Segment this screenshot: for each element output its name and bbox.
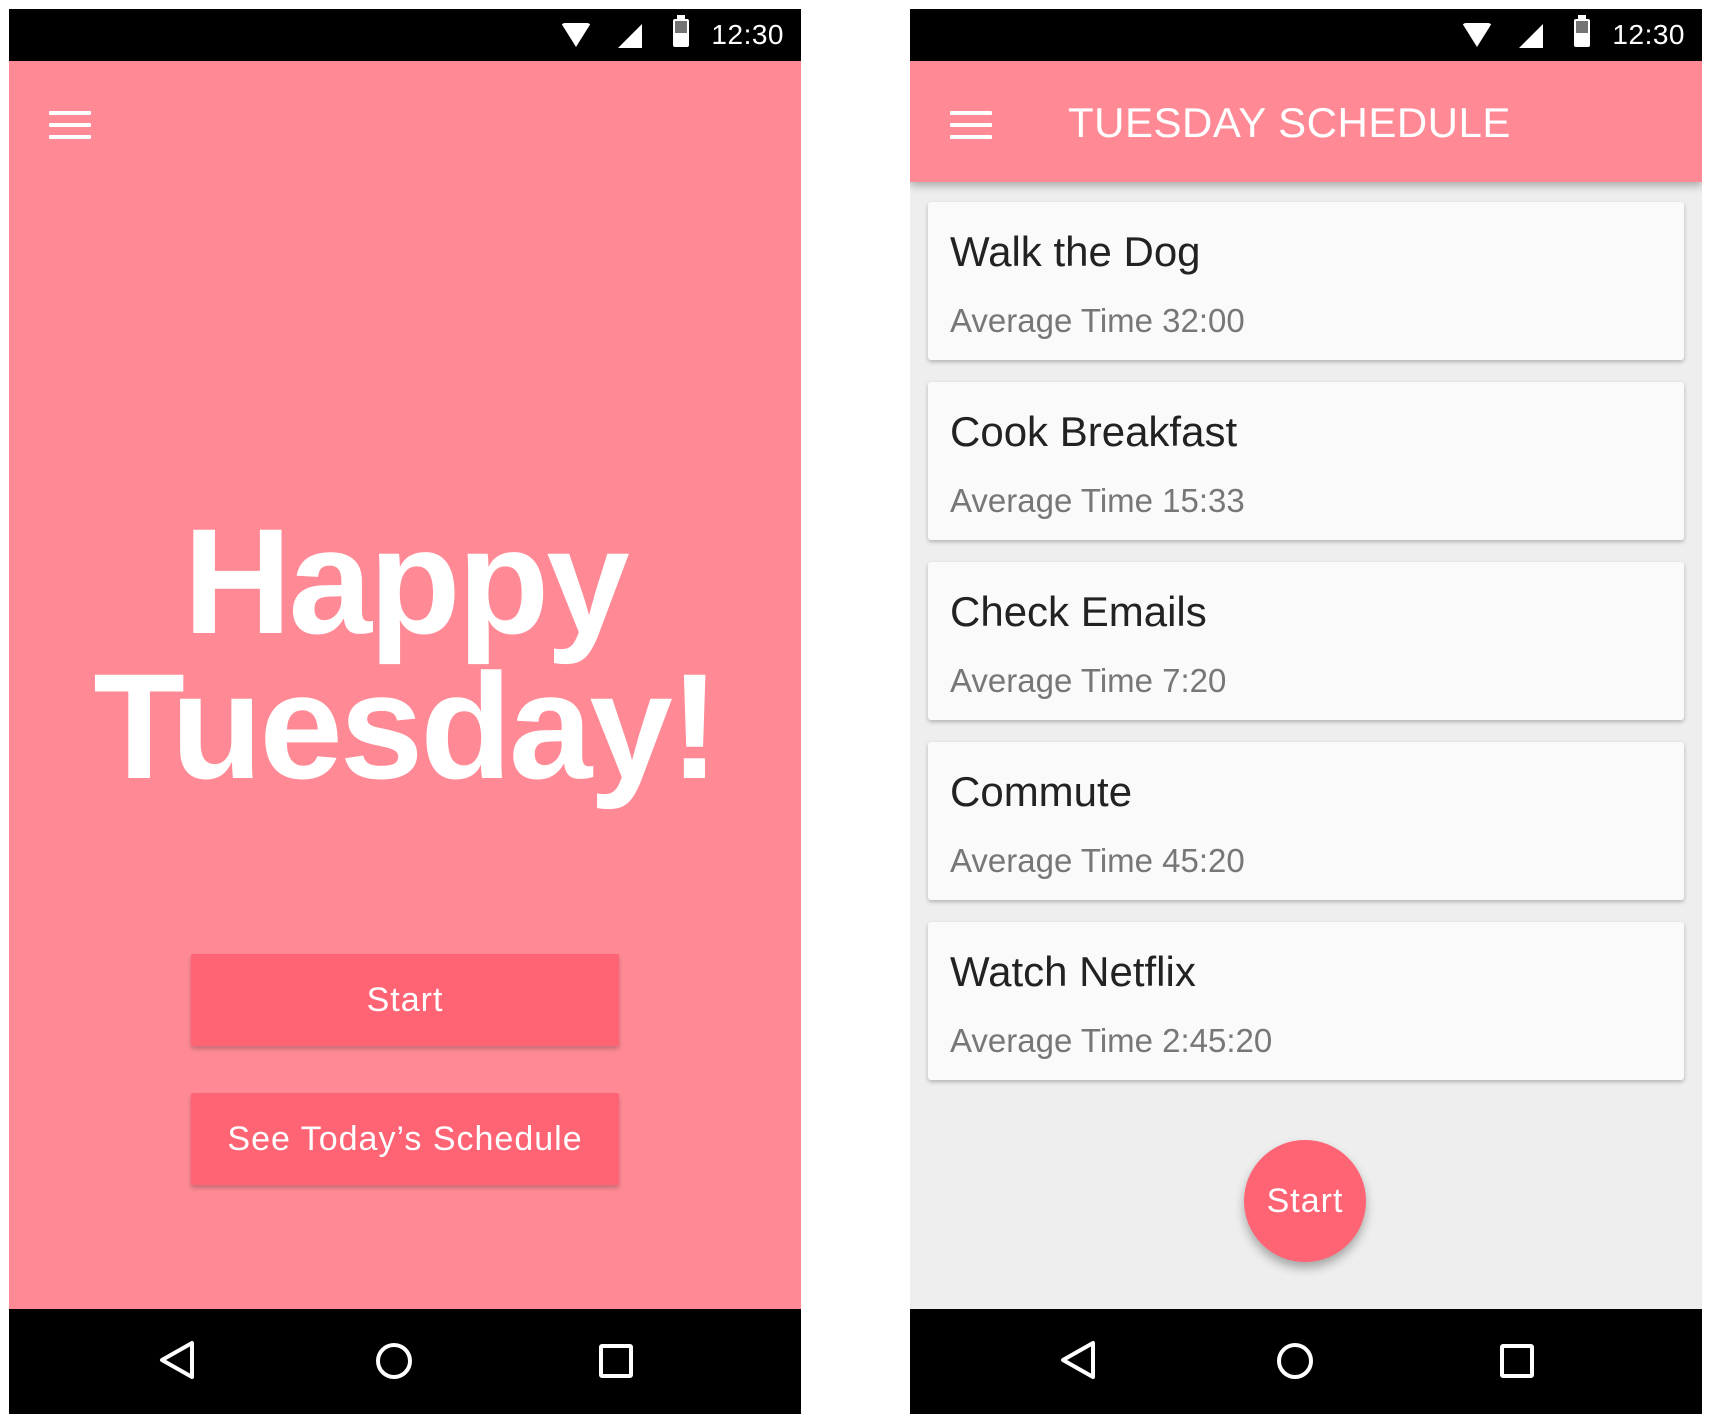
task-average-time: Average Time 2:45:20 xyxy=(950,1022,1273,1059)
page-title: TUESDAY SCHEDULE xyxy=(1068,99,1511,146)
start-button[interactable]: Start xyxy=(191,954,619,1046)
navigation-bar xyxy=(910,1309,1702,1414)
task-average-time: Average Time 45:20 xyxy=(950,842,1245,879)
task-title: Walk the Dog xyxy=(950,228,1201,275)
status-bar: 12:30 xyxy=(910,9,1702,61)
wifi-icon xyxy=(561,23,591,47)
home-icon[interactable] xyxy=(376,1343,412,1379)
greeting-heading: Happy Tuesday! xyxy=(9,497,801,810)
schedule-card[interactable]: Walk the Dog Average Time 32:00 xyxy=(928,202,1684,360)
recents-icon[interactable] xyxy=(1500,1344,1534,1378)
signal-icon xyxy=(618,24,642,48)
task-title: Cook Breakfast xyxy=(950,408,1238,455)
wifi-icon xyxy=(1462,23,1492,47)
navigation-bar xyxy=(9,1309,801,1414)
task-average-time: Average Time 15:33 xyxy=(950,482,1245,519)
home-icon[interactable] xyxy=(1277,1343,1313,1379)
schedule-card[interactable]: Cook Breakfast Average Time 15:33 xyxy=(928,382,1684,540)
home-screen: 12:30 Happy Tuesday! Start See Today’s S… xyxy=(9,9,801,1414)
battery-icon xyxy=(1574,15,1590,47)
status-time: 12:30 xyxy=(1612,19,1685,50)
signal-icon xyxy=(1519,24,1543,48)
task-average-time: Average Time 7:20 xyxy=(950,662,1227,699)
task-average-time: Average Time 32:00 xyxy=(950,302,1245,339)
schedule-screen: 12:30 TUESDAY SCHEDULE Walk the Dog Aver… xyxy=(910,9,1702,1414)
recents-icon[interactable] xyxy=(599,1344,633,1378)
greeting-line-1: Happy xyxy=(183,497,629,665)
schedule-card[interactable]: Check Emails Average Time 7:20 xyxy=(928,562,1684,720)
task-title: Commute xyxy=(950,768,1133,815)
status-bar: 12:30 xyxy=(9,9,801,61)
schedule-card[interactable]: Commute Average Time 45:20 xyxy=(928,742,1684,900)
app-bar: TUESDAY SCHEDULE xyxy=(910,61,1702,182)
menu-icon[interactable] xyxy=(49,111,91,139)
greeting-line-2: Tuesday! xyxy=(93,642,719,810)
schedule-card[interactable]: Watch Netflix Average Time 2:45:20 xyxy=(928,922,1684,1080)
back-icon[interactable] xyxy=(1058,1339,1098,1381)
start-fab-button[interactable]: Start xyxy=(1244,1140,1366,1262)
menu-icon[interactable] xyxy=(950,111,992,139)
back-icon[interactable] xyxy=(157,1339,197,1381)
battery-icon xyxy=(673,15,689,47)
task-title: Watch Netflix xyxy=(950,948,1196,995)
status-time: 12:30 xyxy=(711,19,784,50)
see-schedule-button[interactable]: See Today’s Schedule xyxy=(191,1093,619,1185)
task-title: Check Emails xyxy=(950,588,1207,635)
